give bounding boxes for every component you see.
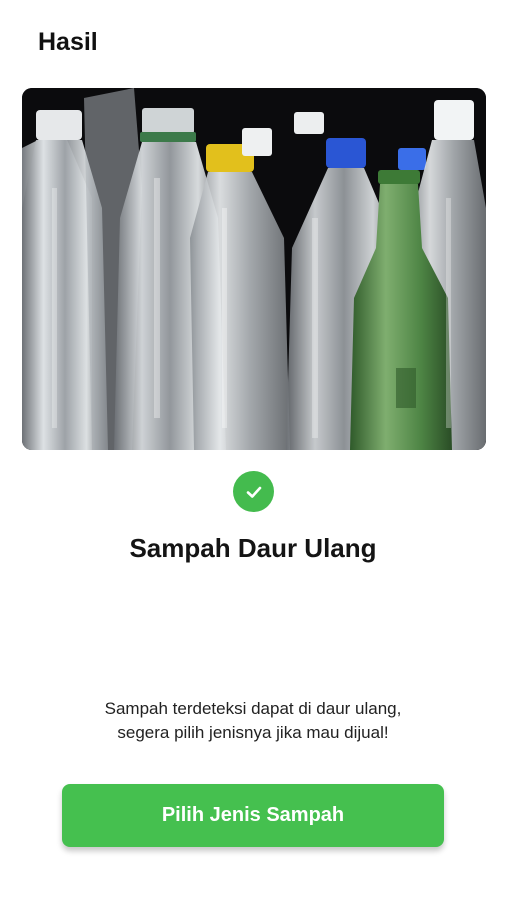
choose-waste-type-button[interactable]: Pilih Jenis Sampah [62,784,444,847]
result-title: Sampah Daur Ulang [129,533,377,563]
result-screen: Hasil Sampah Daur Ulang Sampah terdeteks… [0,0,506,900]
result-description: Sampah terdeteksi dapat di daur ulang, s… [40,697,466,745]
success-badge [233,471,274,512]
result-description-line-2: segera pilih jenisnya jika mau dijual! [117,723,389,742]
waste-photo [22,88,486,450]
result-description-line-1: Sampah terdeteksi dapat di daur ulang, [104,699,402,718]
page-title: Hasil [38,28,98,56]
check-icon [246,486,261,498]
